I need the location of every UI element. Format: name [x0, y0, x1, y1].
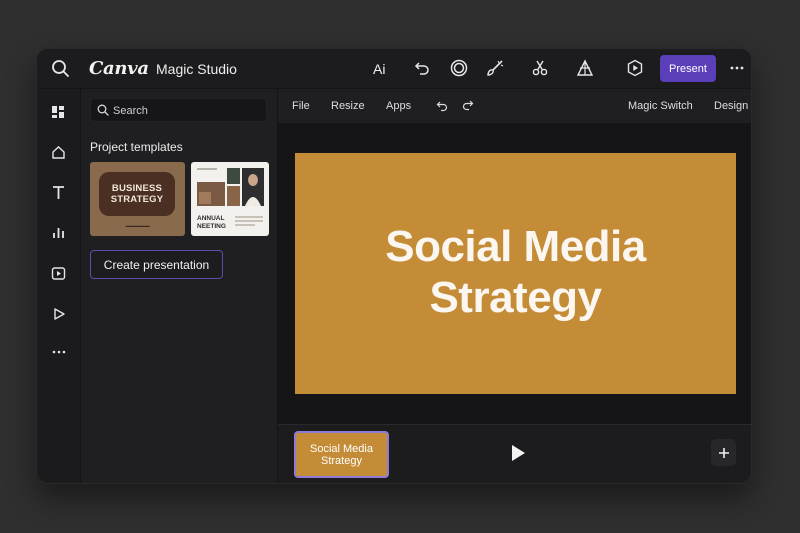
play-hexagon-icon[interactable] — [626, 59, 644, 77]
more-icon[interactable] — [730, 61, 744, 75]
create-presentation-button[interactable]: Create presentation — [90, 250, 223, 279]
canvas-area: Social Media Strategy — [278, 124, 751, 424]
pen-nib-icon[interactable] — [576, 59, 594, 77]
menu-design[interactable]: Design — [714, 100, 748, 112]
search-icon[interactable] — [51, 59, 70, 78]
add-page-button[interactable] — [711, 439, 736, 466]
search-input[interactable]: Search — [90, 98, 267, 122]
slide-title-line: Social Media — [385, 222, 646, 271]
ai-button[interactable]: Ai — [373, 61, 385, 77]
pages-strip: Social Media Strategy — [278, 424, 751, 483]
top-bar: Canva Magic Studio Ai Present — [37, 49, 751, 89]
templates-panel: Search Project templates BUSINESS STRATE… — [81, 89, 278, 483]
template-title-line: NEETING — [197, 223, 226, 230]
page-thumbnail[interactable]: Social Media Strategy — [294, 431, 389, 478]
slide[interactable]: Social Media Strategy — [295, 153, 736, 394]
thumbnail-line: Strategy — [321, 454, 362, 467]
undo-icon[interactable] — [436, 100, 448, 112]
video-icon[interactable] — [51, 266, 66, 281]
menu-magic-switch[interactable]: Magic Switch — [628, 100, 693, 112]
template-title-box: BUSINESS STRATEGY — [99, 172, 175, 216]
slide-title-line: Strategy — [429, 273, 602, 322]
plus-icon — [718, 447, 729, 458]
undo-icon[interactable] — [414, 60, 430, 76]
editor-menu-bar: File Resize Apps Magic Switch Design — [278, 89, 751, 124]
play-icon[interactable] — [52, 307, 66, 321]
menu-file[interactable]: File — [292, 100, 310, 112]
search-icon — [97, 104, 109, 116]
left-rail — [37, 89, 81, 483]
template-title-line: ANNUAL — [197, 215, 225, 222]
present-button[interactable]: Present — [660, 55, 716, 82]
slide-title[interactable]: Social Media Strategy — [295, 221, 736, 323]
search-placeholder: Search — [113, 105, 148, 117]
section-title: Project templates — [90, 140, 183, 154]
magic-studio-title: Magic Studio — [156, 61, 237, 77]
play-icon[interactable] — [510, 444, 526, 467]
canva-logo[interactable]: Canva — [89, 58, 149, 79]
template-card-business[interactable]: BUSINESS STRATEGY ▬▬▬▬▬▬ — [90, 162, 185, 236]
menu-apps[interactable]: Apps — [386, 100, 411, 112]
templates-icon[interactable] — [51, 105, 65, 119]
brush-icon[interactable] — [486, 59, 504, 77]
redo-icon[interactable] — [462, 99, 474, 111]
chart-icon[interactable] — [52, 226, 65, 239]
template-title-line: BUSINESS — [111, 183, 163, 194]
text-icon[interactable] — [51, 185, 66, 200]
circle-icon[interactable] — [450, 59, 468, 77]
more-apps-icon[interactable] — [52, 349, 66, 355]
scissors-icon[interactable] — [531, 59, 549, 77]
template-title-line: STRATEGY — [110, 194, 164, 205]
template-card-annual[interactable]: ANNUAL NEETING — [191, 162, 269, 236]
menu-resize[interactable]: Resize — [331, 100, 365, 112]
template-subtitle-decor: ▬▬▬▬▬▬ — [125, 223, 150, 228]
editor-window: Canva Magic Studio Ai Present Search Pro… — [36, 48, 752, 484]
template-title: ANNUAL NEETING — [197, 215, 226, 231]
elements-icon[interactable] — [51, 145, 66, 160]
thumbnail-line: Social Media — [310, 442, 373, 455]
